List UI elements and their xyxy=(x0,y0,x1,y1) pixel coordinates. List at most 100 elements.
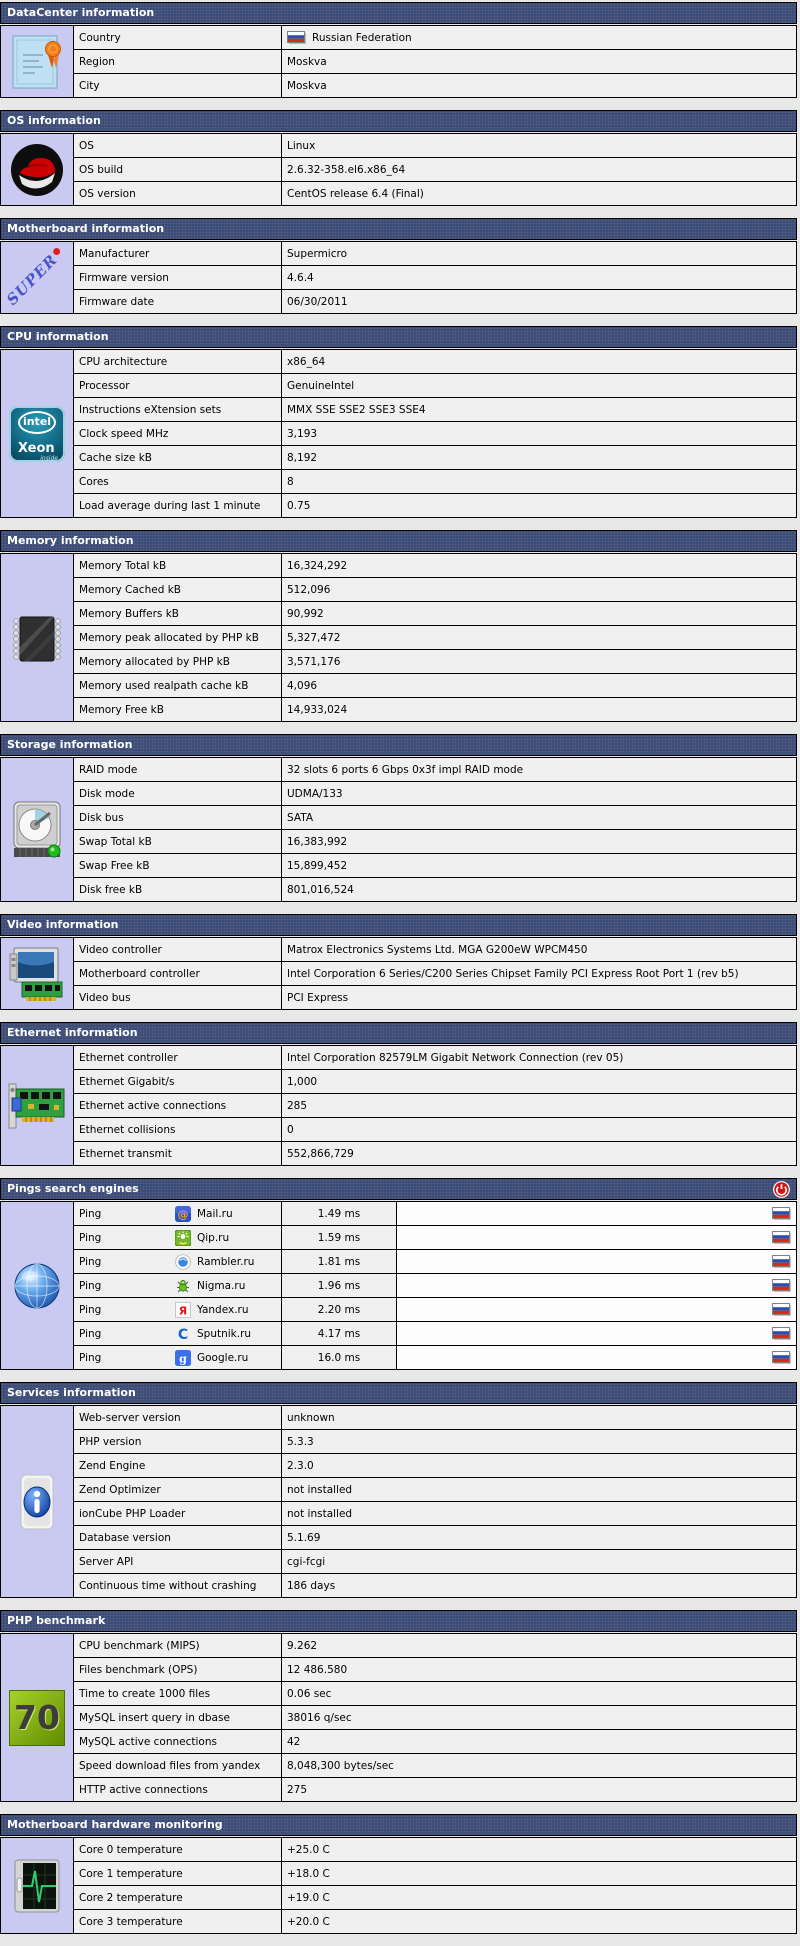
row-value: 3,193 xyxy=(287,427,318,440)
yandex-icon: Я xyxy=(175,1301,191,1318)
table-row: Swap Total kB 16,383,992 xyxy=(74,830,796,854)
table-row: Memory allocated by PHP kB 3,571,176 xyxy=(74,650,796,674)
section-memory-information: Memory information Memory Total kB 16,324… xyxy=(0,530,797,722)
row-value: 2.3.0 xyxy=(287,1459,314,1472)
row-value-cell: SATA xyxy=(282,806,796,829)
section-cpu-information: CPU information intel Xeon inside CPU archit… xyxy=(0,326,797,518)
row-value-cell: 3,193 xyxy=(282,422,796,445)
system-info-page: DataCenter information Country Russian F… xyxy=(0,2,800,1934)
row-label-cell: Server API xyxy=(74,1550,282,1573)
ping-label: Ping xyxy=(79,1327,102,1340)
section-header: Motherboard information xyxy=(0,218,797,240)
table-row: Video controller Matrox Electronics Syste… xyxy=(74,938,796,962)
row-value-cell: 8 xyxy=(282,470,796,493)
row-label-cell: Core 0 temperature xyxy=(74,1838,282,1861)
row-value: 06/30/2011 xyxy=(287,295,348,308)
ping-flag-cell xyxy=(397,1346,796,1369)
section-rows: OS Linux OS build 2.6.32-358.el6.x86_64 OS v… xyxy=(74,134,796,205)
table-row: Load average during last 1 minute 0.75 xyxy=(74,494,796,517)
row-label: Core 2 temperature xyxy=(79,1891,183,1904)
table-row: Disk mode UDMA/133 xyxy=(74,782,796,806)
row-label-cell: Swap Free kB xyxy=(74,854,282,877)
row-value-cell: Moskva xyxy=(282,50,796,73)
row-label: Ethernet active connections xyxy=(79,1099,227,1112)
table-row: OS Linux xyxy=(74,134,796,158)
section-header: Ethernet information xyxy=(0,1022,797,1044)
row-value: 1,000 xyxy=(287,1075,318,1088)
table-row: MySQL active connections 42 xyxy=(74,1730,796,1754)
section-header: Video information xyxy=(0,914,797,936)
row-label-cell: Memory peak allocated by PHP kB xyxy=(74,626,282,649)
table-row: Video bus PCI Express xyxy=(74,986,796,1009)
row-value: 90,992 xyxy=(287,607,324,620)
ping-value-cell: 2.20 ms xyxy=(282,1298,397,1321)
table-row: Memory Cached kB 512,096 xyxy=(74,578,796,602)
row-value-cell: +19.0 C xyxy=(282,1886,796,1909)
section-os-information: OS information OS Linux OS build 2.6.32-358… xyxy=(0,110,797,206)
row-value: Moskva xyxy=(287,55,327,68)
row-label: PHP version xyxy=(79,1435,142,1448)
section-icon-cell: intel Xeon inside xyxy=(1,350,74,517)
row-value-cell: 5.3.3 xyxy=(282,1430,796,1453)
row-label: Processor xyxy=(79,379,130,392)
row-value: 38016 q/sec xyxy=(287,1711,352,1724)
row-value: cgi-fcgi xyxy=(287,1555,326,1568)
section-icon-cell xyxy=(1,134,74,205)
row-label-cell: Time to create 1000 files xyxy=(74,1682,282,1705)
row-label-cell: Firmware version xyxy=(74,266,282,289)
row-value: 4,096 xyxy=(287,679,318,692)
section-ethernet-information: Ethernet information Ethernet controller… xyxy=(0,1022,797,1166)
row-value: 42 xyxy=(287,1735,301,1748)
table-row: Zend Optimizer not installed xyxy=(74,1478,796,1502)
row-value-cell: 4,096 xyxy=(282,674,796,697)
row-value-cell: +25.0 C xyxy=(282,1838,796,1861)
ping-value-cell: 16.0 ms xyxy=(282,1346,397,1369)
row-value: x86_64 xyxy=(287,355,326,368)
row-label-cell: Memory Cached kB xyxy=(74,578,282,601)
row-label: Time to create 1000 files xyxy=(79,1687,211,1700)
row-value-cell: 0 xyxy=(282,1118,796,1141)
row-value: 3,571,176 xyxy=(287,655,341,668)
row-label-cell: Database version xyxy=(74,1526,282,1549)
row-label-cell: CPU architecture xyxy=(74,350,282,373)
table-row: OS version CentOS release 6.4 (Final) xyxy=(74,182,796,205)
globe-icon xyxy=(12,1261,62,1311)
row-label: Server API xyxy=(79,1555,134,1568)
section-table: Country Russian Federation Region Moskva Ci… xyxy=(0,25,797,98)
row-value-cell: Supermicro xyxy=(282,242,796,265)
row-label-cell: Cache size kB xyxy=(74,446,282,469)
table-row: Processor GenuineIntel xyxy=(74,374,796,398)
row-value: 8,192 xyxy=(287,451,318,464)
table-row: Memory used realpath cache kB 4,096 xyxy=(74,674,796,698)
row-value: not installed xyxy=(287,1507,353,1520)
ping-value: 1.96 ms xyxy=(317,1279,361,1292)
row-value: +20.0 C xyxy=(287,1915,330,1928)
ping-site-name: Qip.ru xyxy=(197,1231,230,1244)
row-label: Memory Free kB xyxy=(79,703,164,716)
ping-site-name: Yandex.ru xyxy=(197,1303,249,1316)
row-value: UDMA/133 xyxy=(287,787,343,800)
russia-flag xyxy=(772,1207,791,1220)
row-label-cell: Swap Total kB xyxy=(74,830,282,853)
row-value: 0 xyxy=(287,1123,294,1136)
row-value: 16,324,292 xyxy=(287,559,348,572)
ping-flag-cell xyxy=(397,1274,796,1297)
row-value: PCI Express xyxy=(287,991,349,1004)
row-label-cell: Video bus xyxy=(74,986,282,1009)
ping-value-cell: 1.59 ms xyxy=(282,1226,397,1249)
row-label-cell: Cores xyxy=(74,470,282,493)
row-value: 5,327,472 xyxy=(287,631,341,644)
section-table: Memory Total kB 16,324,292 Memory Cached k… xyxy=(0,553,797,722)
table-row: Ping @ Mail.ru 1.49 ms xyxy=(74,1202,796,1226)
row-label: Continuous time without crashing xyxy=(79,1579,257,1592)
section-icon-cell xyxy=(1,938,74,1009)
ping-label-cell: Ping C Sputnik.ru xyxy=(74,1322,282,1345)
row-value: 8 xyxy=(287,475,294,488)
table-row: Disk free kB 801,016,524 xyxy=(74,878,796,901)
power-icon[interactable] xyxy=(773,1180,790,1198)
row-value-cell: 275 xyxy=(282,1778,796,1801)
section-rows: Video controller Matrox Electronics Syste… xyxy=(74,938,796,1009)
table-row: Memory peak allocated by PHP kB 5,327,472 xyxy=(74,626,796,650)
table-row: Web-server version unknown xyxy=(74,1406,796,1430)
table-row: Instructions eXtension sets MMX SSE SSE2 … xyxy=(74,398,796,422)
